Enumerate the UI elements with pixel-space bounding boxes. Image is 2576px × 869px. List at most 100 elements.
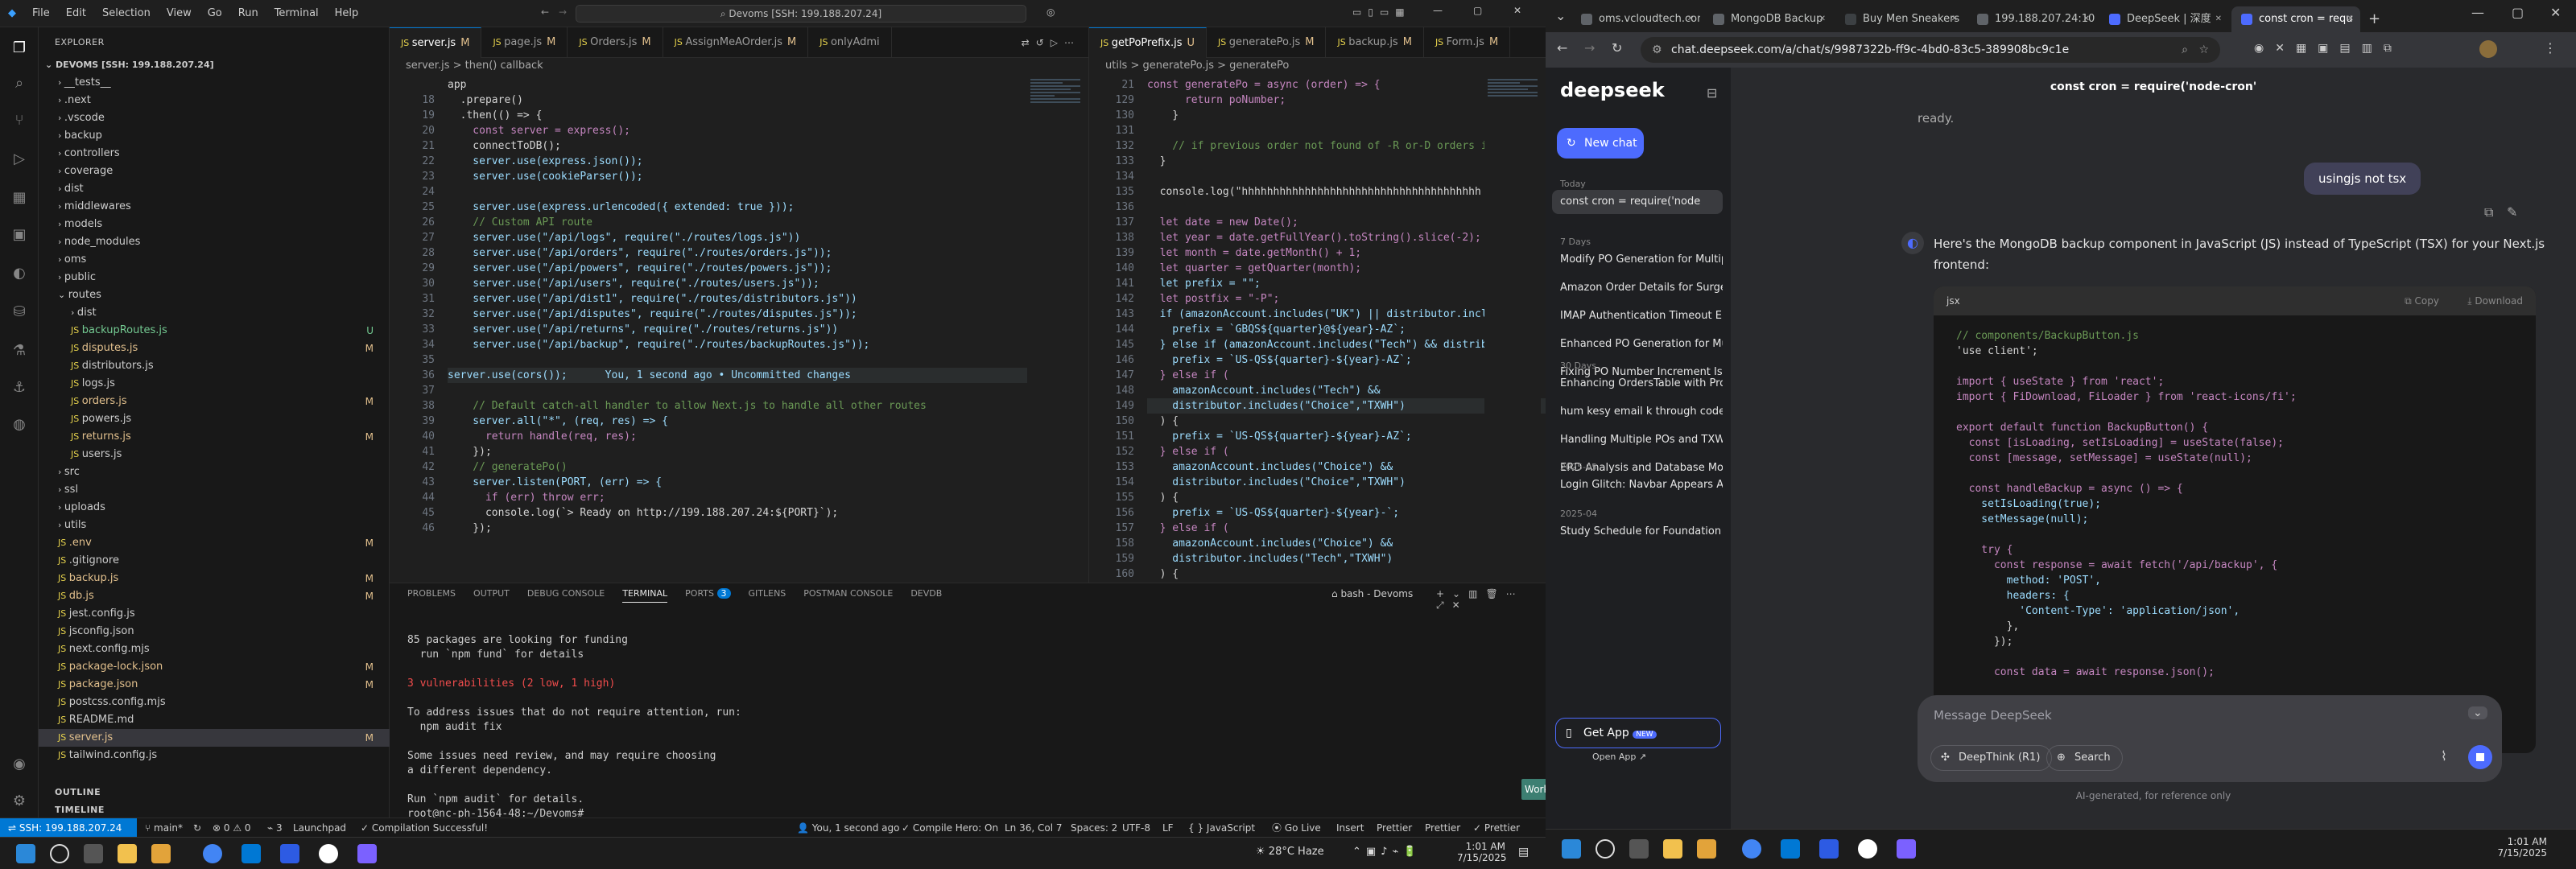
task-view-icon[interactable] <box>1629 839 1649 859</box>
back-arrow-icon[interactable]: ← <box>541 6 549 18</box>
tree-item[interactable]: › uploads <box>39 499 390 517</box>
zoom-icon[interactable] <box>280 844 299 863</box>
collapse-sidebar-icon[interactable]: ⊟ <box>1707 85 1717 101</box>
tree-item[interactable]: ⌄ routes <box>39 286 390 304</box>
chrome-tab[interactable]: DeepSeek | 深度 ✕ <box>2099 6 2228 32</box>
app-icon[interactable] <box>357 844 377 863</box>
store-icon[interactable] <box>151 844 171 863</box>
tree-item[interactable]: › middlewares <box>39 198 390 216</box>
history-item[interactable]: Login Glitch: Navbar Appears Af <box>1552 473 1723 497</box>
maximize-icon[interactable]: ▢ <box>2512 5 2524 20</box>
tree-item[interactable]: JS .env M <box>39 534 390 552</box>
encoding[interactable]: UTF-8 <box>1122 818 1150 838</box>
prettier-status-3[interactable]: ✓ Prettier <box>1473 818 1520 838</box>
start-icon[interactable] <box>16 844 35 863</box>
app-icon[interactable] <box>1858 839 1877 859</box>
app-icon[interactable] <box>319 844 338 863</box>
search-icon[interactable]: ⌕ <box>10 74 29 93</box>
explorer-root[interactable]: ⌄ DEVOMS [SSH: 199.188.207.24] <box>39 56 390 74</box>
history-item[interactable]: Study Schedule for Foundation S <box>1552 520 1723 544</box>
new-chat-button[interactable]: ↻ New chat <box>1557 128 1644 159</box>
kebab-menu-icon[interactable]: ⋮ <box>2544 40 2557 56</box>
scroll-down-icon[interactable]: ⌄ <box>2468 706 2487 719</box>
copy-icon[interactable]: ⧉ <box>2484 204 2493 220</box>
tree-item[interactable]: › controllers <box>39 145 390 163</box>
tree-item[interactable]: JS powers.js <box>39 410 390 428</box>
menu-go[interactable]: Go <box>200 7 230 19</box>
task-view-icon[interactable] <box>84 844 103 863</box>
send-button[interactable] <box>2468 745 2492 769</box>
attach-icon[interactable]: ⌇ <box>2441 748 2447 764</box>
tab-search-icon[interactable]: ⌄ <box>1555 8 1566 23</box>
copilot-icon[interactable]: ◎ <box>1046 6 1055 18</box>
forward-arrow-icon[interactable]: → <box>559 6 567 18</box>
account-icon[interactable]: ◉ <box>10 755 29 774</box>
tree-item[interactable]: › backup <box>39 127 390 145</box>
database-icon[interactable]: ⛁ <box>10 303 29 322</box>
run-debug-icon[interactable]: ▷ <box>10 150 29 169</box>
menu-run[interactable]: Run <box>230 7 266 19</box>
terminal-output[interactable]: 85 packages are looking for funding run … <box>407 619 741 822</box>
close-tab-icon[interactable]: ✕ <box>1951 6 1958 32</box>
timeline-section[interactable]: TIMELINE <box>55 805 105 815</box>
problems-indicator[interactable]: ⊗ 0 ⚠ 0 <box>213 818 251 838</box>
open-app-link[interactable]: Open App ↗ <box>1592 752 1646 762</box>
copy-button[interactable]: ⧉ Copy <box>2405 286 2439 315</box>
tree-item[interactable]: › utils <box>39 517 390 534</box>
tree-item[interactable]: JS db.js M <box>39 587 390 605</box>
tree-item[interactable]: JS next.config.mjs <box>39 640 390 658</box>
gitlens-icon[interactable]: ◐ <box>10 264 29 283</box>
testing-icon[interactable]: ⚗ <box>10 341 29 360</box>
clock[interactable]: 1:01 AM 7/15/2025 <box>2496 836 2547 859</box>
close-icon[interactable]: ✕ <box>1513 5 1521 16</box>
extension-icons[interactable]: ◉✕▦▣▤▥⧉ <box>2254 42 2403 55</box>
file-explorer-icon[interactable] <box>1663 839 1682 859</box>
history-item[interactable]: Modify PO Generation for Multip <box>1552 248 1723 272</box>
editor-tab[interactable]: JS Form.js M <box>1424 27 1511 58</box>
menu-edit[interactable]: Edit <box>58 7 94 19</box>
start-icon[interactable] <box>1562 839 1581 859</box>
tree-item[interactable]: › node_modules <box>39 233 390 251</box>
history-item[interactable]: Enhanced PO Generation for Mu <box>1552 332 1723 356</box>
branch-indicator[interactable]: ⑂ main* <box>145 818 183 838</box>
outline-section[interactable]: OUTLINE <box>55 787 101 797</box>
tree-item[interactable]: › ssl <box>39 481 390 499</box>
tab-ports[interactable]: PORTS 3 <box>685 588 731 603</box>
editor-tab[interactable]: JS onlyAdmi <box>808 27 892 58</box>
reload-icon[interactable]: ↻ <box>1612 40 1622 56</box>
tree-item[interactable]: JS orders.js M <box>39 393 390 410</box>
menu-file[interactable]: File <box>24 7 58 19</box>
back-icon[interactable]: ← <box>1557 40 1567 56</box>
tree-item[interactable]: › .next <box>39 92 390 109</box>
sync-icon[interactable]: ↻ <box>193 818 201 838</box>
editor-actions[interactable]: ⇄↺▷⋯ <box>1022 37 1080 48</box>
tab-problems[interactable]: PROBLEMS <box>407 588 456 603</box>
editor-tab[interactable]: JS AssignMeAOrder.js M <box>663 27 809 58</box>
tab-output[interactable]: OUTPUT <box>473 588 510 603</box>
tree-item[interactable]: › models <box>39 216 390 233</box>
chrome-tab[interactable]: MongoDB Backup ✕ <box>1703 6 1832 32</box>
editor-group-right[interactable]: JS getPoPrefix.js U JS generatePo.js M JS ba… <box>1088 27 1759 583</box>
tree-item[interactable]: JS tailwind.config.js <box>39 747 390 764</box>
tree-item[interactable]: › dist <box>39 304 390 322</box>
close-tab-icon[interactable]: ✕ <box>1819 6 1826 32</box>
bookmark-star-icon[interactable]: ☆ <box>2198 37 2209 63</box>
line-ending[interactable]: LF <box>1162 818 1174 838</box>
layout-icons[interactable]: ▭▯▭▦ <box>1352 6 1411 18</box>
editor-tab[interactable]: JS page.js M <box>481 27 568 58</box>
message-composer[interactable]: Message DeepSeek ✣ DeepThink (R1) ⊕ Search… <box>1918 695 2502 782</box>
docker-icon[interactable]: ⚓ <box>10 378 29 397</box>
tree-item[interactable]: › public <box>39 269 390 286</box>
new-tab-icon[interactable]: + <box>2368 10 2380 27</box>
close-icon[interactable]: ✕ <box>2550 5 2561 20</box>
close-tab-icon[interactable]: ✕ <box>2347 6 2354 32</box>
maximize-icon[interactable]: ▢ <box>1473 5 1482 16</box>
history-item[interactable]: Amazon Order Details for Surge <box>1552 276 1723 300</box>
history-item[interactable]: Enhancing OrdersTable with Pro <box>1552 372 1723 396</box>
blame-indicator[interactable]: 👤 You, 1 second ago <box>797 818 899 838</box>
postman-icon[interactable]: ◍ <box>10 415 29 434</box>
weather-widget[interactable]: ☀ 28°C Haze <box>1256 846 1324 858</box>
history-item[interactable]: hum kesy email k through code <box>1552 400 1723 424</box>
command-center[interactable]: ⌕ Devoms [SSH: 199.188.207.24] <box>576 5 1026 23</box>
search-toggle[interactable]: ⊕ Search <box>2046 745 2123 771</box>
